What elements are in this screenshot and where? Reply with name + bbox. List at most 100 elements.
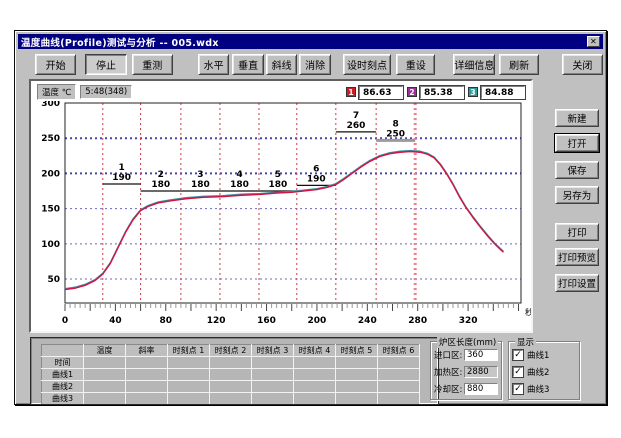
- titlebar[interactable]: 温度曲线(Profile)测试与分析 -- 005.wdx ✕: [18, 34, 603, 49]
- display-option-label: 曲线3: [527, 383, 549, 395]
- table-row: 曲线3: [42, 393, 420, 405]
- zone-7-setpoint: 260: [347, 121, 366, 131]
- oven-field-label: 加热区:: [434, 366, 464, 378]
- side-button-3[interactable]: 保存: [555, 161, 599, 179]
- table-cell: [84, 381, 126, 393]
- table-col-header: 时刻点 5: [336, 345, 378, 357]
- zone-2-number: 2: [158, 170, 164, 180]
- table-col-header: 时刻点 2: [210, 345, 252, 357]
- table-row-label: 时间: [42, 357, 84, 369]
- table-row: 曲线2: [42, 381, 420, 393]
- oven-zone-panel: 炉区长度(mm) 进口区:加热区:冷却区:: [430, 341, 502, 400]
- oven-field-row: 冷却区:: [431, 380, 501, 397]
- toolbar-button-11[interactable]: 刷新: [499, 54, 538, 75]
- zone-4-setpoint: 180: [230, 180, 249, 190]
- close-icon[interactable]: ✕: [587, 36, 600, 47]
- table-cell: [126, 357, 168, 369]
- zone-7-number: 7: [353, 111, 359, 121]
- curve-3-checkbox[interactable]: ✓: [513, 384, 523, 394]
- x-tick-label: 200: [308, 316, 327, 326]
- toolbar-button-2[interactable]: 停止: [85, 54, 126, 75]
- plot-border: [65, 103, 521, 303]
- legend-color-swatch-3: 3: [468, 87, 478, 97]
- legend-item-2: 285.38: [407, 86, 464, 99]
- oven-field-input-1[interactable]: [464, 349, 498, 361]
- side-button-4[interactable]: 另存为: [555, 186, 599, 204]
- oven-field-input-3[interactable]: [464, 383, 498, 395]
- oven-field-label: 冷却区:: [434, 383, 464, 395]
- x-tick-label: 40: [109, 316, 122, 326]
- toolbar-button-9[interactable]: 重设: [396, 54, 435, 75]
- table-cell: [210, 381, 252, 393]
- table-cell: [84, 393, 126, 405]
- toolbar-button-3[interactable]: 重测: [132, 54, 173, 75]
- y-tick-label: 200: [41, 169, 60, 179]
- measurements-table: 温度斜率时刻点 1时刻点 2时刻点 3时刻点 4时刻点 5时刻点 6时间曲线1曲…: [41, 344, 420, 405]
- table-corner-cell: [42, 345, 84, 357]
- table-cell: [84, 369, 126, 381]
- table-row-label: 曲线3: [42, 393, 84, 405]
- y-tick-label: 250: [41, 134, 60, 144]
- zone-2-setpoint: 180: [151, 180, 170, 190]
- legend: 186.63 285.38 384.88: [346, 86, 529, 99]
- toolbar-button-6[interactable]: 斜线: [266, 54, 297, 75]
- zone-4-number: 4: [236, 170, 242, 180]
- window-title: 温度曲线(Profile)测试与分析 -- 005.wdx: [21, 35, 587, 49]
- table-row-label: 曲线1: [42, 369, 84, 381]
- table-cell: [336, 381, 378, 393]
- oven-field-input-2[interactable]: [464, 366, 498, 378]
- table-cell: [126, 369, 168, 381]
- table-cell: [126, 393, 168, 405]
- side-button-1[interactable]: 新建: [555, 109, 599, 127]
- toolbar-button-10[interactable]: 详细信息: [453, 54, 495, 75]
- x-axis-unit: 秒: [525, 307, 531, 317]
- display-option-row: ✓曲线1: [509, 346, 579, 363]
- temperature-chart[interactable]: 04080120160200240280320秒5010015020025030…: [31, 81, 531, 331]
- table-cell: [294, 357, 336, 369]
- probe-1-temperature-value: 86.63: [359, 86, 403, 99]
- curve-2-checkbox[interactable]: ✓: [513, 367, 523, 377]
- toolbar: 开始停止重测 水平垂直斜线消除设时刻点重设详细信息刷新 关闭: [18, 51, 603, 77]
- zone-1-setpoint: 190: [112, 173, 131, 183]
- legend-color-swatch-1: 1: [346, 87, 356, 97]
- table-cell: [168, 393, 210, 405]
- curve-1-checkbox[interactable]: ✓: [513, 350, 523, 360]
- legend-color-swatch-2: 2: [407, 87, 417, 97]
- table-col-header: 时刻点 3: [252, 345, 294, 357]
- table-col-header: 斜率: [126, 345, 168, 357]
- zone-3-setpoint: 180: [191, 180, 210, 190]
- zone-8-number: 8: [393, 119, 399, 129]
- curve-3: [65, 151, 503, 289]
- table-cell: [252, 393, 294, 405]
- table-col-header: 时刻点 1: [168, 345, 210, 357]
- curve-2: [65, 151, 503, 289]
- oven-field-row: 加热区:: [431, 363, 501, 380]
- toolbar-button-4[interactable]: 水平: [198, 54, 229, 75]
- table-cell: [378, 381, 420, 393]
- toolbar-button-5[interactable]: 垂直: [232, 54, 263, 75]
- table-cell: [84, 357, 126, 369]
- side-button-7[interactable]: 打印设置: [555, 274, 599, 292]
- side-button-2[interactable]: 打开: [555, 134, 599, 152]
- x-tick-label: 120: [207, 316, 226, 326]
- toolbar-button-12[interactable]: 关闭: [562, 54, 603, 75]
- side-button-5[interactable]: 打印: [555, 223, 599, 241]
- oven-field-label: 进口区:: [434, 349, 464, 361]
- side-button-6[interactable]: 打印预览: [555, 248, 599, 266]
- y-axis-unit-label: 温度 ℃: [37, 84, 76, 100]
- table-cell: [336, 393, 378, 405]
- zone-5-number: 5: [275, 170, 281, 180]
- oven-panel-title: 炉区长度(mm): [437, 336, 498, 348]
- data-table-panel: 温度斜率时刻点 1时刻点 2时刻点 3时刻点 4时刻点 5时刻点 6时间曲线1曲…: [31, 338, 438, 404]
- toolbar-button-8[interactable]: 设时刻点: [343, 54, 391, 75]
- table-row-label: 曲线2: [42, 381, 84, 393]
- table-row: 曲线1: [42, 369, 420, 381]
- x-tick-label: 240: [358, 316, 377, 326]
- x-tick-label: 160: [257, 316, 276, 326]
- zone-5-setpoint: 180: [268, 180, 287, 190]
- probe-2-temperature-value: 85.38: [420, 86, 464, 99]
- y-tick-label: 150: [41, 205, 60, 215]
- probe-3-temperature-value: 84.88: [481, 86, 525, 99]
- toolbar-button-1[interactable]: 开始: [35, 54, 76, 75]
- toolbar-button-7[interactable]: 消除: [299, 54, 330, 75]
